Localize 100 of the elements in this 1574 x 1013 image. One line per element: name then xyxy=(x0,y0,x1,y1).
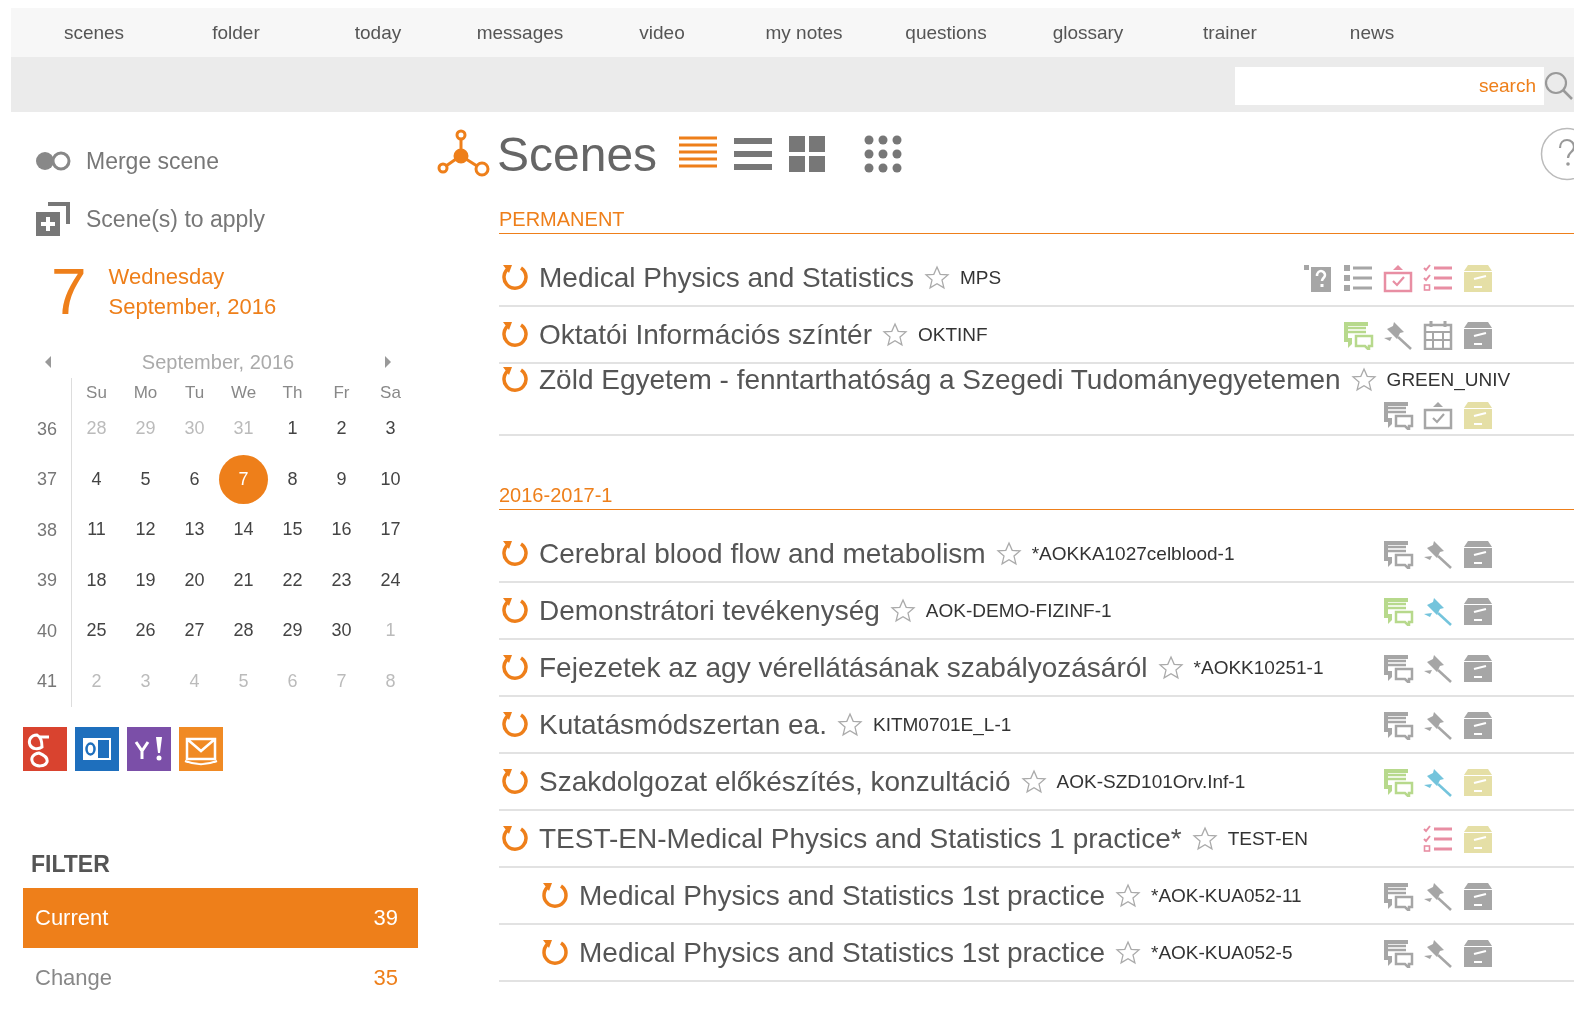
next-month-icon[interactable] xyxy=(383,355,393,369)
calendar-day[interactable]: 18 xyxy=(72,555,121,605)
calendar-icon[interactable] xyxy=(1422,319,1454,350)
star-icon[interactable] xyxy=(1350,367,1377,393)
previous-month-icon[interactable] xyxy=(43,355,53,369)
calendar-day[interactable]: 25 xyxy=(72,606,121,655)
star-icon[interactable] xyxy=(1115,939,1141,966)
calendar-day[interactable]: 20 xyxy=(170,555,219,605)
search-field[interactable]: search xyxy=(1235,66,1544,105)
filing-cabinet-icon[interactable] xyxy=(1462,937,1494,968)
filing-cabinet-icon[interactable] xyxy=(1462,319,1494,350)
nav-link[interactable]: my notes xyxy=(733,21,875,44)
calendar-day[interactable]: 28 xyxy=(219,606,268,655)
calendar-day[interactable]: 14 xyxy=(219,505,268,554)
add-square-icon[interactable] xyxy=(34,200,72,238)
checklist-icon[interactable] xyxy=(1422,262,1454,293)
speech-bubble-icon[interactable] xyxy=(1382,538,1414,569)
calendar-day[interactable]: 16 xyxy=(317,505,366,554)
calendar-day[interactable]: 2 xyxy=(317,404,366,453)
action-link[interactable]: Merge scene xyxy=(86,147,219,175)
calendar-day[interactable]: 8 xyxy=(268,454,317,504)
push-pin-icon[interactable] xyxy=(1382,319,1414,350)
envelope-icon[interactable] xyxy=(179,727,223,771)
speech-bubble-icon[interactable] xyxy=(1382,652,1414,683)
calendar-day[interactable]: 15 xyxy=(268,505,317,554)
calendar-day[interactable]: 10 xyxy=(366,454,415,504)
star-icon[interactable] xyxy=(836,711,863,738)
nav-link[interactable]: today xyxy=(307,21,449,44)
scene-link[interactable]: Szakdolgozat előkészítés, konzultáció xyxy=(539,765,1011,798)
calendar-day[interactable]: 1 xyxy=(268,404,317,453)
calendar-day[interactable]: 3 xyxy=(366,404,415,453)
scene-link[interactable]: Fejezetek az agy vérellátásának szabályozásáról xyxy=(539,651,1148,684)
calendar-day[interactable]: 12 xyxy=(121,505,170,554)
calendar-day[interactable]: 29 xyxy=(268,606,317,655)
star-icon[interactable] xyxy=(1115,882,1141,909)
star-icon[interactable] xyxy=(1191,825,1218,852)
grid-view-icon[interactable] xyxy=(789,136,826,172)
calendar-day[interactable]: 23 xyxy=(317,555,366,605)
star-icon[interactable] xyxy=(889,597,916,624)
nav-link[interactable]: scenes xyxy=(23,21,165,44)
speech-bubble-icon[interactable] xyxy=(1382,766,1414,797)
nav-link[interactable]: folder xyxy=(165,21,307,44)
filing-cabinet-icon[interactable] xyxy=(1462,538,1494,569)
filing-cabinet-icon[interactable] xyxy=(1462,595,1494,626)
calendar-day[interactable]: 5 xyxy=(121,454,170,504)
push-pin-icon[interactable] xyxy=(1422,595,1454,626)
search-icon[interactable] xyxy=(1544,70,1574,101)
push-pin-icon[interactable] xyxy=(1422,652,1454,683)
scene-link[interactable]: Demonstrátori tevékenység xyxy=(539,594,880,627)
calendar-day[interactable]: 26 xyxy=(121,606,170,655)
calendar-day[interactable]: 4 xyxy=(72,454,121,504)
scene-link[interactable]: Medical Physics and Statistics 1st practice xyxy=(579,936,1105,969)
g-letter-icon[interactable] xyxy=(23,727,67,771)
filing-cabinet-icon[interactable] xyxy=(1462,880,1494,911)
bullet-list-icon[interactable] xyxy=(1342,262,1374,293)
scene-link[interactable]: Cerebral blood flow and metabolism xyxy=(539,537,986,570)
calendar-day[interactable]: 22 xyxy=(268,555,317,605)
dots-grid-icon[interactable] xyxy=(864,135,903,173)
filing-cabinet-icon[interactable] xyxy=(1462,400,1494,430)
filing-cabinet-icon[interactable] xyxy=(1462,652,1494,683)
calendar-day[interactable]: 13 xyxy=(170,505,219,554)
filing-cabinet-icon[interactable] xyxy=(1462,766,1494,797)
scene-link[interactable]: Medical Physics and Statistics 1st practice xyxy=(579,879,1105,912)
filing-cabinet-icon[interactable] xyxy=(1462,262,1494,293)
star-icon[interactable] xyxy=(1020,768,1047,795)
checked-box-icon[interactable] xyxy=(1382,262,1414,293)
star-icon[interactable] xyxy=(924,264,951,291)
list-view-icon[interactable] xyxy=(734,136,773,172)
star-icon[interactable] xyxy=(1157,654,1184,681)
push-pin-icon[interactable] xyxy=(1422,766,1454,797)
nav-link[interactable]: messages xyxy=(449,21,591,44)
speech-bubble-icon[interactable] xyxy=(1382,937,1414,968)
filing-cabinet-icon[interactable] xyxy=(1462,823,1494,854)
nav-link[interactable]: news xyxy=(1301,21,1443,44)
calendar-day[interactable]: 24 xyxy=(366,555,415,605)
calendar-day[interactable]: 11 xyxy=(72,505,121,554)
scene-link[interactable]: Zöld Egyetem - fenntarthatóság a Szegedi Tudományegyetemen xyxy=(539,364,1341,396)
speech-bubble-icon[interactable] xyxy=(1382,595,1414,626)
calendar-day[interactable]: 19 xyxy=(121,555,170,605)
push-pin-icon[interactable] xyxy=(1422,937,1454,968)
outlook-icon[interactable] xyxy=(75,727,119,771)
star-icon[interactable] xyxy=(882,321,908,348)
speech-bubble-icon[interactable] xyxy=(1382,880,1414,911)
calendar-day[interactable]: 9 xyxy=(317,454,366,504)
calendar-day[interactable]: 17 xyxy=(366,505,415,554)
yahoo-icon[interactable] xyxy=(127,727,171,771)
calendar-day[interactable]: 21 xyxy=(219,555,268,605)
question-document-icon[interactable] xyxy=(1302,262,1334,293)
push-pin-icon[interactable] xyxy=(1422,709,1454,740)
scene-link[interactable]: Oktatói Információs színtér xyxy=(539,318,872,351)
checklist-icon[interactable] xyxy=(1422,823,1454,854)
push-pin-icon[interactable] xyxy=(1422,880,1454,911)
calendar-day[interactable]: 30 xyxy=(317,606,366,655)
filing-cabinet-icon[interactable] xyxy=(1462,709,1494,740)
nav-link[interactable]: video xyxy=(591,21,733,44)
nav-link[interactable]: glossary xyxy=(1017,21,1159,44)
scene-link[interactable]: Medical Physics and Statistics xyxy=(539,261,915,294)
filter-item[interactable]: Change 35 xyxy=(23,948,418,1008)
speech-bubble-icon[interactable] xyxy=(1382,400,1414,430)
nav-link[interactable]: questions xyxy=(875,21,1017,44)
